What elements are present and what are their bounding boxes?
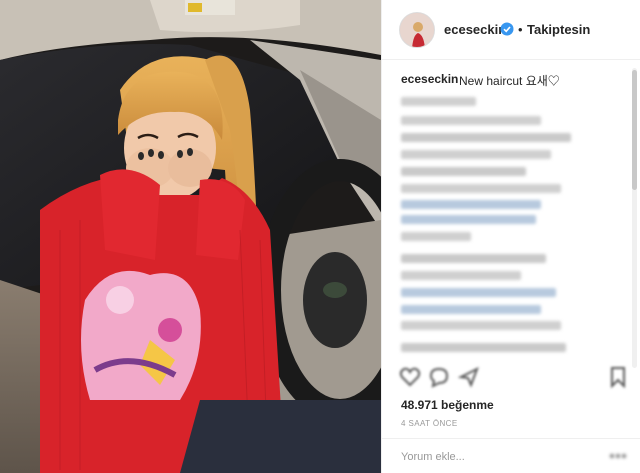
photo-illustration bbox=[0, 0, 381, 473]
post-side-panel: eceseckin • Takiptesin eceseckin New hai… bbox=[381, 0, 640, 473]
likes-count[interactable]: 48.971 beğenme bbox=[401, 398, 494, 412]
heart-icon[interactable] bbox=[399, 366, 421, 388]
share-icon[interactable] bbox=[458, 366, 480, 388]
separator-dot: • bbox=[518, 22, 523, 37]
caption-username[interactable]: eceseckin bbox=[401, 72, 458, 86]
avatar[interactable] bbox=[399, 12, 435, 48]
post-header: eceseckin • Takiptesin bbox=[382, 0, 640, 60]
scrollbar-thumb[interactable] bbox=[632, 70, 637, 190]
comment-input[interactable]: Yorum ekle... bbox=[401, 451, 465, 463]
more-options-icon[interactable] bbox=[608, 449, 628, 463]
comment-form: Yorum ekle... bbox=[382, 438, 640, 473]
verified-badge-icon bbox=[500, 22, 514, 36]
follow-status-button[interactable]: Takiptesin bbox=[527, 22, 590, 37]
username-link[interactable]: eceseckin bbox=[444, 22, 506, 37]
post-photo[interactable] bbox=[0, 0, 381, 473]
post-timestamp[interactable]: 4 SAAT ÖNCE bbox=[401, 419, 458, 428]
bookmark-icon[interactable] bbox=[608, 366, 628, 388]
caption-text: New haircut 요새♡ bbox=[459, 74, 560, 88]
comment-icon[interactable] bbox=[428, 366, 450, 388]
